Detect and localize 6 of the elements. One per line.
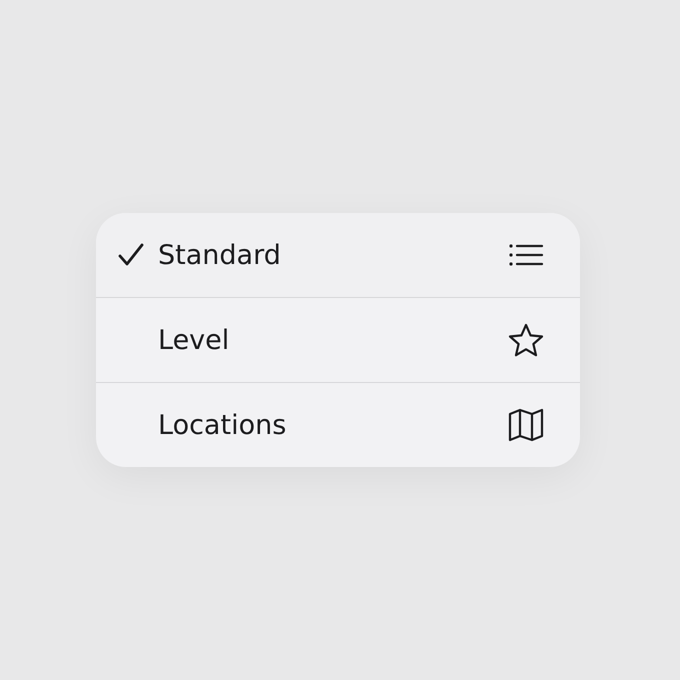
menu-item[interactable]: Level bbox=[96, 297, 580, 382]
checkmark-icon bbox=[118, 243, 144, 267]
menu-item[interactable]: Standard bbox=[96, 213, 580, 297]
star-icon bbox=[508, 323, 544, 357]
menu-item[interactable]: Locations bbox=[96, 382, 580, 467]
map-icon bbox=[508, 408, 544, 442]
